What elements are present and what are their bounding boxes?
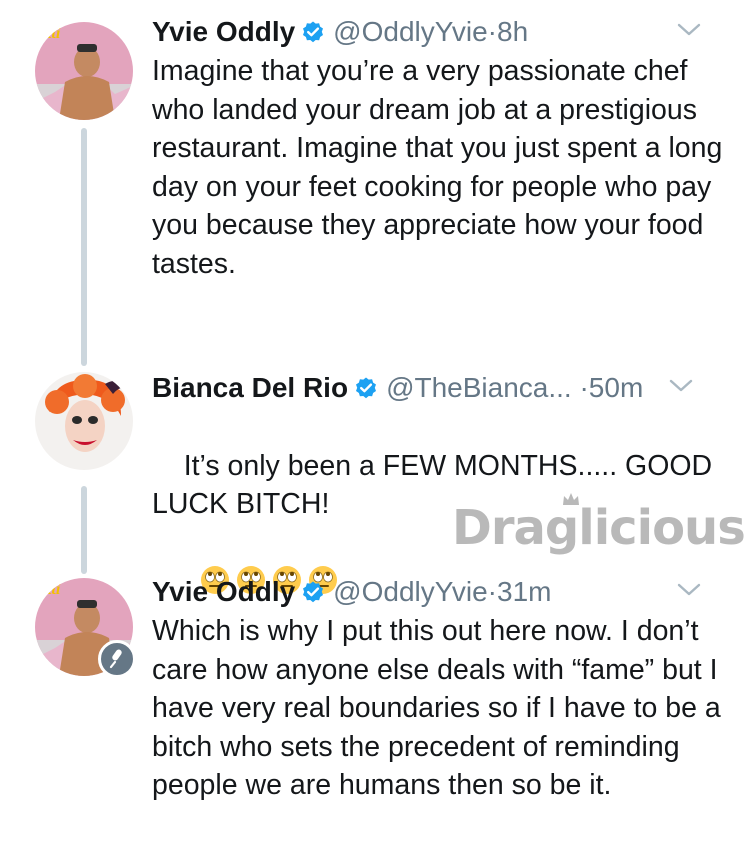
handle[interactable]: @OddlyYvie	[333, 16, 488, 47]
avatar[interactable]	[35, 372, 133, 470]
separator: ·	[487, 16, 497, 47]
handle[interactable]: @TheBianca...	[386, 372, 572, 403]
avatar-logo-text: atti	[39, 25, 61, 42]
display-name[interactable]: Yvie Oddly	[152, 16, 295, 47]
verified-badge-icon	[303, 21, 324, 43]
microphone-badge	[98, 640, 136, 678]
tweet[interactable]: Bianca Del Rio @TheBianca... ·50m It’s on…	[0, 368, 750, 595]
avatar-logo-text: atti	[39, 581, 61, 598]
handle[interactable]: @OddlyYvie	[333, 576, 488, 607]
chevron-down-icon[interactable]	[676, 580, 702, 600]
tweet-header: Yvie Oddly @OddlyYvie·8h	[152, 12, 730, 52]
chevron-down-icon[interactable]	[676, 20, 702, 40]
tweet[interactable]: atti Yvie Oddly @OddlyYvie·31m Which is w…	[0, 572, 750, 842]
separator: ·	[579, 372, 589, 403]
watermark-logo: Draglicious	[452, 493, 746, 556]
display-name[interactable]: Yvie Oddly	[152, 576, 295, 607]
avatar[interactable]: atti	[35, 22, 133, 120]
tweet-header: Yvie Oddly @OddlyYvie·31m	[152, 572, 730, 612]
verified-badge-icon	[356, 377, 377, 399]
chevron-down-icon[interactable]	[668, 376, 694, 396]
microphone-icon	[109, 649, 122, 669]
timestamp[interactable]: 8h	[497, 16, 528, 47]
tweet-text: Which is why I put this out here now. I …	[152, 615, 729, 802]
tweet-header: Bianca Del Rio @TheBianca... ·50m	[152, 368, 730, 408]
thread-line	[81, 486, 87, 574]
crown-icon	[563, 493, 579, 505]
watermark-text: Draglicious	[452, 500, 746, 556]
display-name[interactable]: Bianca Del Rio	[152, 372, 348, 403]
timestamp[interactable]: 31m	[497, 576, 551, 607]
tweet[interactable]: atti Yvie Oddly @OddlyYvie·8h Imagine tha…	[0, 12, 750, 312]
tweet-text: Imagine that you’re a very passionate ch…	[152, 55, 731, 280]
separator: ·	[487, 576, 497, 607]
timestamp[interactable]: 50m	[589, 372, 643, 403]
verified-badge-icon	[303, 581, 324, 603]
